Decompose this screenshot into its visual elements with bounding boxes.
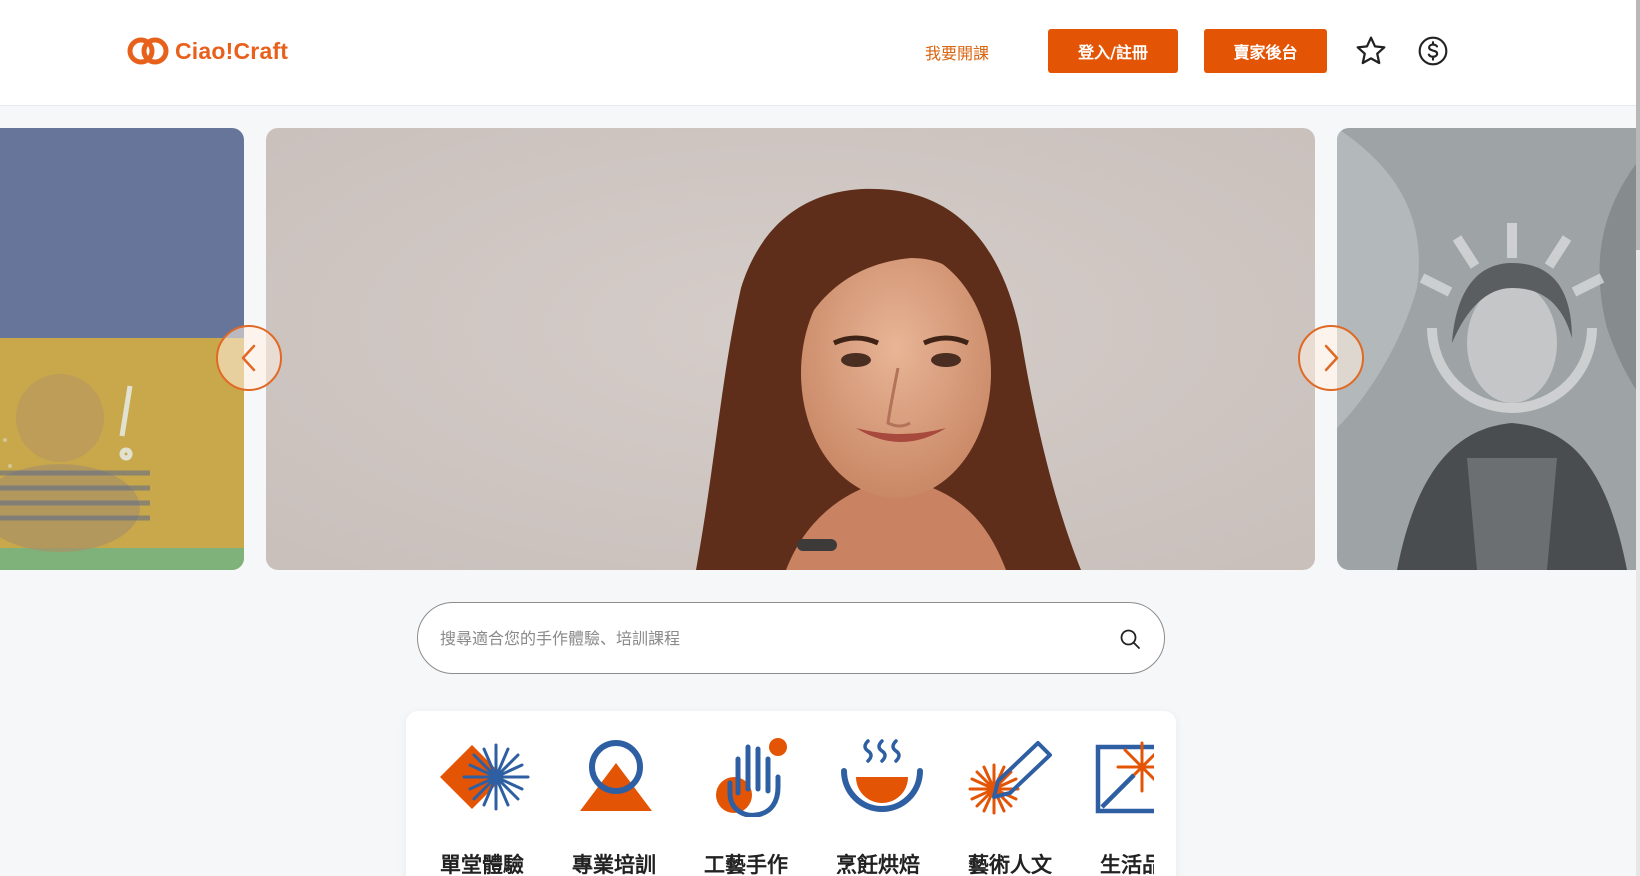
site-header: Ciao!Craft 我要開課 登入/註冊 賣家後台 (0, 0, 1636, 106)
seller-dashboard-button[interactable]: 賣家後台 (1204, 29, 1327, 73)
brand-logo[interactable]: Ciao!Craft (125, 34, 288, 68)
carousel-prev-button[interactable] (216, 325, 282, 391)
scrollbar-thumb[interactable] (1636, 0, 1640, 250)
carousel-slide-prev[interactable] (0, 128, 244, 570)
brand-name: Ciao!Craft (175, 37, 289, 64)
carousel-next-button[interactable] (1298, 325, 1364, 391)
course-search-bar (417, 602, 1165, 674)
login-register-button[interactable]: 登入/註冊 (1048, 29, 1178, 73)
category-label: 生活品味 (1100, 853, 1154, 876)
hand-icon (716, 738, 787, 817)
logo-icon (127, 37, 169, 65)
category-label: 烹飪烘焙 (836, 853, 920, 876)
carousel-slide-main[interactable] (266, 128, 1315, 570)
carousel-slide-next[interactable] (1337, 128, 1636, 570)
search-input[interactable] (440, 603, 1080, 673)
hero-carousel (0, 128, 1636, 570)
category-label: 藝術人文 (968, 853, 1052, 876)
category-label: 專業培訓 (572, 853, 656, 876)
dollar-icon[interactable] (1415, 33, 1451, 69)
search-icon[interactable] (1118, 627, 1142, 651)
frame-burst-icon (1095, 741, 1154, 814)
category-list: 單堂體驗 專業培訓 工藝手作 烹飪烘焙 藝術人文 生活品 (434, 737, 1154, 876)
steaming-bowl-icon (841, 739, 923, 812)
category-panel: 單堂體驗 專業培訓 工藝手作 烹飪烘焙 藝術人文 生活品 (406, 711, 1176, 876)
teach-course-link[interactable]: 我要開課 (925, 40, 989, 64)
pen-burst-icon (968, 741, 1052, 815)
chevron-left-icon (241, 344, 256, 372)
carousel-indicator[interactable] (797, 539, 837, 551)
category-label: 工藝手作 (704, 853, 788, 876)
page-scrollbar[interactable] (1636, 0, 1640, 876)
star-icon[interactable] (1353, 33, 1389, 69)
chevron-right-icon (1324, 344, 1339, 372)
circle-triangle-icon (580, 740, 652, 811)
sparkle-diamond-icon (440, 743, 530, 811)
category-label: 單堂體驗 (440, 853, 524, 876)
